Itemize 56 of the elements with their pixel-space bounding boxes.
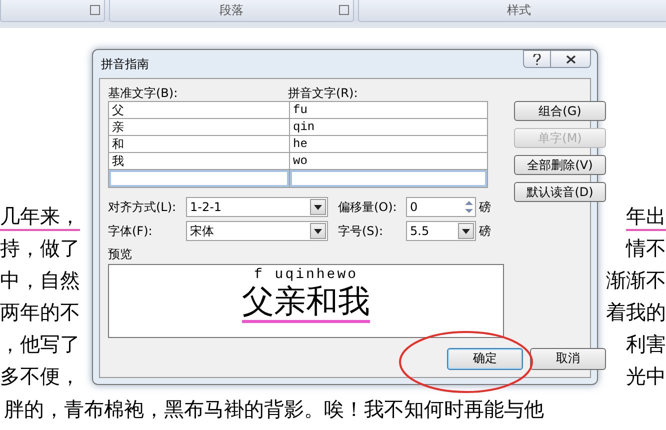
document-text: 中，自然: [0, 269, 80, 294]
preview-label: 预览: [108, 246, 133, 263]
document-text: 光中: [626, 365, 666, 390]
font-dropdown[interactable]: 宋体: [186, 221, 328, 241]
dropdown-arrow-icon: [314, 228, 322, 234]
alignment-label: 对齐方式(L):: [108, 198, 178, 216]
document-text: ，他写了: [0, 333, 80, 358]
ruby-text-label: 拼音文字(R):: [288, 85, 359, 102]
document-text: 多不便，: [0, 365, 80, 390]
document-text: 着我的: [606, 301, 666, 326]
preview-text: 父亲和我: [242, 282, 370, 323]
offset-spinner[interactable]: 0: [406, 197, 476, 217]
dropdown-arrow-icon: [462, 228, 470, 234]
help-icon: [533, 54, 541, 64]
size-label: 字号(S):: [338, 222, 384, 240]
ruby-text-field[interactable]: [290, 170, 487, 187]
base-text-field[interactable]: 父: [109, 102, 289, 118]
ribbon-group-label: 样式: [507, 2, 531, 19]
size-dropdown[interactable]: 5.5: [406, 221, 476, 241]
base-text-field[interactable]: [109, 170, 289, 187]
dropdown-arrow-icon: [314, 204, 322, 210]
dialog-launcher-icon[interactable]: [339, 5, 349, 15]
preview-pinyin: f uqinhewo: [254, 269, 358, 282]
ruby-text-field[interactable]: wo: [290, 153, 487, 169]
base-text-field[interactable]: 亲: [109, 119, 289, 135]
document-text: 胖的，青布棉袍，黑布马褂的背影。唉！我不知何时再能与他: [4, 398, 544, 422]
dialog-button[interactable]: 全部删除(V): [514, 155, 606, 175]
document-text: 几年来，: [0, 205, 80, 231]
document-text: 情不: [626, 237, 666, 262]
ruby-text-field[interactable]: qin: [290, 119, 487, 135]
cancel-button[interactable]: 取消: [530, 348, 606, 370]
document-text: 持，做了: [0, 237, 80, 262]
close-icon: [566, 54, 576, 64]
base-text-field[interactable]: 我: [109, 153, 289, 169]
ribbon-group-label: 段落: [220, 2, 244, 19]
offset-label: 偏移量(O):: [338, 198, 398, 216]
document-text: 利害: [626, 333, 666, 358]
document-text: 渐渐不: [606, 269, 666, 294]
dialog-button[interactable]: 组合(G): [514, 101, 606, 121]
ruby-text-field[interactable]: he: [290, 136, 487, 152]
document-text: 两年的不: [0, 301, 80, 326]
unit-text: 磅: [478, 222, 492, 240]
close-button[interactable]: [551, 50, 591, 68]
base-text-label: 基准文字(B):: [108, 85, 179, 102]
alignment-dropdown[interactable]: 1-2-1: [186, 197, 328, 217]
help-button[interactable]: [523, 50, 551, 68]
dialog-launcher-icon[interactable]: [90, 5, 100, 15]
dialog-title: 拼音指南: [100, 56, 149, 72]
font-label: 字体(F):: [108, 222, 154, 240]
spinner-arrows-icon[interactable]: [463, 199, 475, 215]
ruby-text-field[interactable]: fu: [290, 102, 487, 118]
unit-text: 磅: [478, 198, 492, 216]
dialog-button[interactable]: 默认读音(D): [514, 182, 606, 202]
ok-button[interactable]: 确定: [447, 348, 523, 370]
base-text-field[interactable]: 和: [109, 136, 289, 152]
document-text: 年出: [626, 205, 666, 231]
